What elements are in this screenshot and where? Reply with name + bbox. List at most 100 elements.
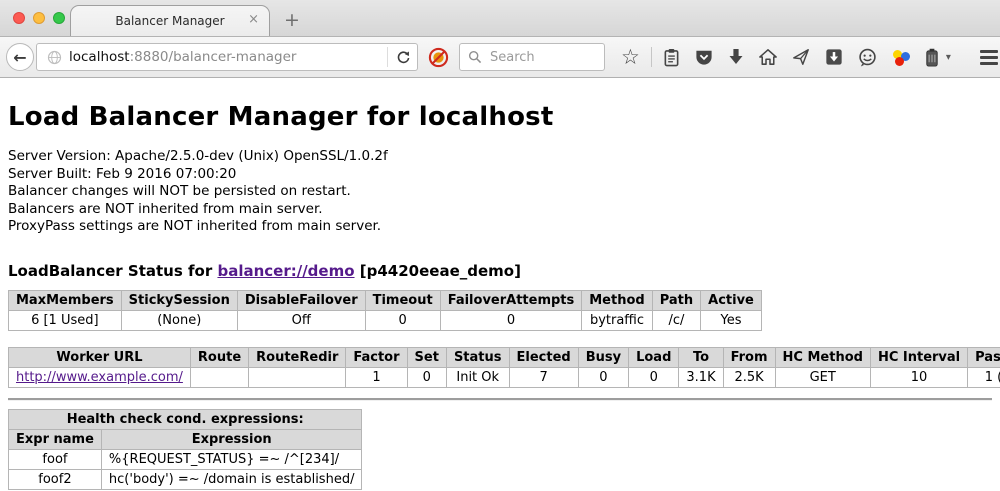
column-header: Expr name <box>9 429 102 449</box>
reload-icon <box>396 50 411 65</box>
back-button[interactable]: ← <box>6 43 34 71</box>
close-tab-icon[interactable]: × <box>248 13 259 26</box>
column-header: Worker URL <box>9 347 191 367</box>
url-text[interactable]: localhost:8880/balancer-manager <box>69 49 380 65</box>
table-cell: 3.1K <box>679 367 723 387</box>
reload-button[interactable] <box>387 47 411 67</box>
chat-smiley-icon[interactable] <box>858 48 877 67</box>
table-cell: Init Ok <box>446 367 509 387</box>
toolbar-divider <box>651 47 652 67</box>
back-icon: ← <box>13 48 26 67</box>
column-header: Status <box>446 347 509 367</box>
table-cell <box>249 367 346 387</box>
table-row: foof2hc('body') =~ /domain is establishe… <box>9 469 362 489</box>
clipboard-icon[interactable] <box>663 48 680 67</box>
search-input[interactable] <box>488 49 596 66</box>
column-header: Method <box>582 290 652 310</box>
column-header: RouteRedir <box>249 347 346 367</box>
table-cell: foof <box>9 449 102 469</box>
server-built-line: Server Built: Feb 9 2016 07:00:20 <box>8 166 992 184</box>
minimize-window-button[interactable] <box>33 12 45 24</box>
navigation-toolbar: ← localhost:8880/balancer-manager ☆ <box>0 37 1000 78</box>
column-header: MaxMembers <box>9 290 122 310</box>
search-icon <box>468 50 482 64</box>
column-header: HC Method <box>775 347 870 367</box>
table-cell: (None) <box>121 310 237 330</box>
column-header: FailoverAttempts <box>440 290 582 310</box>
balancer-demo-link[interactable]: balancer://demo <box>217 262 354 280</box>
table-cell: 10 <box>870 367 967 387</box>
table-cell: /c/ <box>652 310 700 330</box>
table-cell: 1 <box>346 367 407 387</box>
search-bar[interactable] <box>459 43 605 71</box>
new-tab-button[interactable]: + <box>284 9 300 31</box>
toolbar-icons: ☆ <box>621 47 1000 67</box>
column-header: To <box>679 347 723 367</box>
column-header: Elected <box>509 347 578 367</box>
table-cell: 6 [1 Used] <box>9 310 122 330</box>
close-window-button[interactable] <box>13 12 25 24</box>
table-cell: 0 <box>407 367 446 387</box>
table-cell: GET <box>775 367 870 387</box>
pocket-icon[interactable] <box>695 49 713 66</box>
table-cell: 0 <box>578 367 628 387</box>
worker-url-link[interactable]: http://www.example.com/ <box>16 370 183 385</box>
browser-window: Balancer Manager × + ← localhost:8880/ba… <box>0 0 1000 491</box>
status-suffix: [p4420eeae_demo] <box>355 262 521 280</box>
table-cell <box>190 367 248 387</box>
container-extension-icon[interactable] <box>925 48 939 67</box>
tab-bar: Balancer Manager × + <box>0 0 1000 37</box>
table-cell: Yes <box>701 310 762 330</box>
server-version-line: Server Version: Apache/2.5.0-dev (Unix) … <box>8 148 992 166</box>
table-cell: Off <box>237 310 365 330</box>
divider-rule <box>8 398 992 401</box>
table-cell: %{REQUEST_STATUS} =~ /^[234]/ <box>101 449 362 469</box>
table-title: Health check cond. expressions: <box>9 409 362 429</box>
url-path: :8880/balancer-manager <box>130 49 297 65</box>
balancers-note-line: Balancers are NOT inherited from main se… <box>8 201 992 219</box>
persist-note-line: Balancer changes will NOT be persisted o… <box>8 183 992 201</box>
worker-status-table: Worker URLRouteRouteRedirFactorSetStatus… <box>8 347 1000 388</box>
status-prefix: LoadBalancer Status for <box>8 262 217 280</box>
table-cell: bytraffic <box>582 310 652 330</box>
download-panel-icon[interactable] <box>825 48 843 66</box>
url-bar[interactable]: localhost:8880/balancer-manager <box>36 43 418 71</box>
loadbalancer-status-heading: LoadBalancer Status for balancer://demo … <box>8 262 992 280</box>
column-header: DisableFailover <box>237 290 365 310</box>
balancer-settings-table: MaxMembersStickySessionDisableFailoverTi… <box>8 290 762 331</box>
column-header: From <box>723 347 775 367</box>
chevron-down-icon[interactable]: ▾ <box>946 52 951 63</box>
colored-dots-extension-icon[interactable] <box>892 48 910 66</box>
table-cell: 2.5K <box>723 367 775 387</box>
column-header: StickySession <box>121 290 237 310</box>
table-cell: foof2 <box>9 469 102 489</box>
server-info: Server Version: Apache/2.5.0-dev (Unix) … <box>8 148 992 236</box>
menu-hamburger-icon[interactable] <box>980 50 998 65</box>
column-header: Factor <box>346 347 407 367</box>
column-header: Load <box>629 347 679 367</box>
bookmark-star-icon[interactable]: ☆ <box>621 47 640 67</box>
table-row: 6 [1 Used](None)Off00bytraffic/c/Yes <box>9 310 762 330</box>
send-plane-icon[interactable] <box>792 48 810 66</box>
adblock-icon[interactable] <box>428 47 449 68</box>
column-header: Timeout <box>365 290 440 310</box>
home-icon[interactable] <box>759 48 777 66</box>
zoom-window-button[interactable] <box>53 12 65 24</box>
page-content: Load Balancer Manager for localhost Serv… <box>0 78 1000 491</box>
column-header: Expression <box>101 429 362 449</box>
url-domain: localhost <box>69 49 130 65</box>
column-header: Busy <box>578 347 628 367</box>
page-title: Load Balancer Manager for localhost <box>8 102 992 132</box>
column-header: HC Interval <box>870 347 967 367</box>
column-header: Set <box>407 347 446 367</box>
table-cell: 0 <box>365 310 440 330</box>
health-check-expressions-table: Health check cond. expressions:Expr name… <box>8 409 362 490</box>
table-cell: 0 <box>629 367 679 387</box>
proxypass-note-line: ProxyPass settings are NOT inherited fro… <box>8 218 992 236</box>
window-controls <box>13 12 65 24</box>
column-header: Route <box>190 347 248 367</box>
tab-balancer-manager[interactable]: Balancer Manager × <box>70 5 270 36</box>
table-cell: 1 (0) <box>968 367 1000 387</box>
download-arrow-icon[interactable] <box>728 48 744 66</box>
table-row: http://www.example.com/10Init Ok7003.1K2… <box>9 367 1000 387</box>
